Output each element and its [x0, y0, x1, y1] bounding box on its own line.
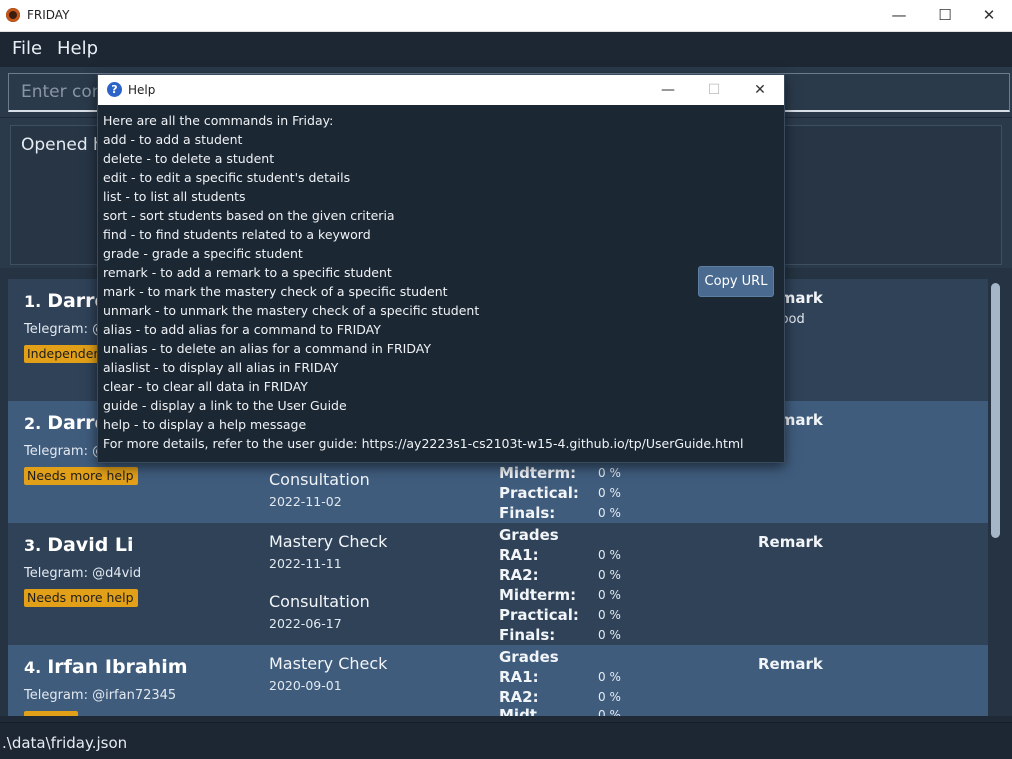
help-line: help - to display a help message — [103, 417, 307, 432]
grade-label-finals: Finals: — [499, 504, 556, 522]
question-icon: ? — [107, 82, 122, 97]
help-window: ? Help — ☐ ✕ Here are all the commands i… — [97, 74, 785, 463]
student-name: 4. Irfan Ibrahim — [24, 656, 188, 678]
help-url-line: For more details, refer to the user guid… — [103, 436, 744, 451]
mastery-check-date: 2022-11-11 — [269, 556, 342, 571]
maximize-button[interactable]: ☐ — [922, 0, 968, 31]
grade-label-finals: Finals: — [499, 626, 556, 644]
student-name: 2. Darre — [24, 412, 107, 434]
status-bar: .\data\friday.json — [0, 722, 1012, 759]
help-line: unmark - to unmark the mastery check of … — [103, 303, 480, 318]
telegram-handle: Telegram: @d4vid — [24, 566, 142, 581]
grade-value-ra1: 0 % — [598, 670, 621, 684]
copy-url-button[interactable]: Copy URL — [698, 266, 774, 297]
help-line: remark - to add a remark to a specific s… — [103, 265, 392, 280]
window-title-bar: FRIDAY — ☐ ✕ — [0, 0, 1012, 32]
student-index: 4. — [24, 658, 42, 677]
student-name-text: Irfan Ibrahim — [47, 656, 188, 678]
consultation-label: Consultation — [269, 592, 370, 611]
window-title: FRIDAY — [27, 8, 70, 22]
menu-help[interactable]: Help — [57, 38, 98, 59]
grade-value-finals: 0 % — [598, 628, 621, 642]
grade-value-finals: 0 % — [598, 506, 621, 520]
telegram-handle: Telegram: @ — [24, 322, 106, 337]
help-line: find - to find students related to a key… — [103, 227, 371, 242]
grade-label-practical: Practical: — [499, 484, 579, 502]
grade-label-ra2: RA2: — [499, 566, 539, 584]
grade-label-ra1: RA1: — [499, 546, 539, 564]
menu-bar: File Help — [0, 32, 1012, 67]
student-index: 1. — [24, 292, 42, 311]
remark-label: Remark — [758, 655, 823, 673]
grade-value-ra1: 0 % — [598, 548, 621, 562]
mastery-check-label: Mastery Check — [269, 532, 388, 551]
help-minimize-button[interactable]: — — [645, 75, 691, 105]
grades-heading: Grades — [499, 648, 559, 666]
help-line: edit - to edit a specific student's deta… — [103, 170, 351, 185]
help-title: Help — [128, 83, 156, 97]
grade-label-midterm: Midterm: — [499, 586, 577, 604]
grade-label-midterm: Midterm: — [499, 464, 577, 482]
telegram-handle: Telegram: @ — [24, 444, 106, 459]
help-line: unalias - to delete an alias for a comma… — [103, 341, 431, 356]
help-line: delete - to delete a student — [103, 151, 275, 166]
help-line: alias - to add alias for a command to FR… — [103, 322, 381, 337]
student-tag: Needs more help — [24, 589, 138, 607]
help-line: list - to list all students — [103, 189, 246, 204]
grade-label-ra2: RA2: — [499, 688, 539, 706]
help-line: add - to add a student — [103, 132, 243, 147]
help-line: sort - sort students based on the given … — [103, 208, 395, 223]
student-card[interactable]: 3. David Li Telegram: @d4vid Needs more h… — [8, 523, 988, 645]
student-index: 3. — [24, 536, 42, 555]
student-tag — [24, 711, 78, 716]
grade-label-practical: Practical: — [499, 606, 579, 624]
student-card[interactable]: 4. Irfan Ibrahim Telegram: @irfan72345 Ma… — [8, 645, 988, 716]
student-tag: Needs more help — [24, 467, 138, 485]
minimize-button[interactable]: — — [876, 0, 922, 31]
help-line: guide - display a link to the User Guide — [103, 398, 347, 413]
help-close-button[interactable]: ✕ — [737, 75, 783, 105]
close-button[interactable]: ✕ — [966, 0, 1012, 31]
grade-value-midterm: 0 % — [598, 588, 621, 602]
help-line: grade - grade a specific student — [103, 246, 303, 261]
grade-value-ra2: 0 % — [598, 690, 621, 704]
help-line: mark - to mark the mastery check of a sp… — [103, 284, 448, 299]
mastery-check-date: 2020-09-01 — [269, 678, 342, 693]
help-title-bar: ? Help — ☐ ✕ — [98, 75, 784, 105]
grade-value-practical: 0 % — [598, 486, 621, 500]
grades-heading: Grades — [499, 526, 559, 544]
grade-value-ra2: 0 % — [598, 568, 621, 582]
help-message: Here are all the commands in Friday: add… — [103, 111, 744, 453]
grade-value-midterm: 0 % — [598, 466, 621, 480]
app-logo-icon — [6, 8, 20, 22]
remark-label: Remark — [758, 533, 823, 551]
help-line: clear - to clear all data in FRIDAY — [103, 379, 308, 394]
grade-label-ra1: RA1: — [499, 668, 539, 686]
student-index: 2. — [24, 414, 42, 433]
grade-label-midterm: Midt — [499, 706, 537, 716]
consultation-label: Consultation — [269, 470, 370, 489]
student-name: 3. David Li — [24, 534, 134, 556]
student-name-text: David Li — [47, 534, 134, 556]
grade-value-practical: 0 % — [598, 608, 621, 622]
help-line: aliaslist - to display all alias in FRID… — [103, 360, 339, 375]
list-scrollbar-thumb[interactable] — [991, 283, 1000, 538]
consultation-date: 2022-06-17 — [269, 616, 342, 631]
grade-value-midterm: 0 % — [598, 708, 621, 716]
data-file-path: .\data\friday.json — [2, 734, 128, 752]
consultation-date: 2022-11-02 — [269, 494, 342, 509]
help-line: Here are all the commands in Friday: — [103, 113, 334, 128]
menu-file[interactable]: File — [12, 38, 42, 59]
help-maximize-button: ☐ — [707, 82, 721, 98]
telegram-handle: Telegram: @irfan72345 — [24, 688, 177, 703]
mastery-check-label: Mastery Check — [269, 654, 388, 673]
